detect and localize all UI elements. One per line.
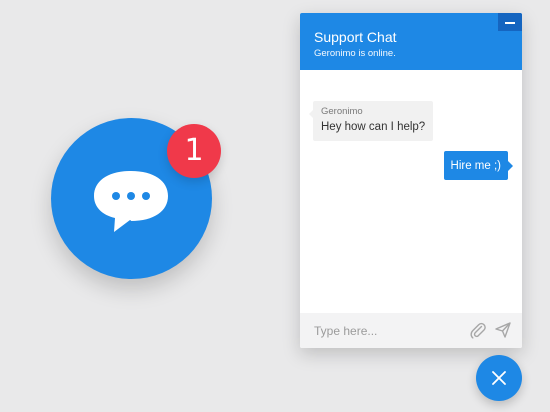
- outgoing-message: Hire me ;): [443, 151, 514, 180]
- message-composer: [300, 313, 522, 348]
- message-list: Geronimo Hey how can I help? Hire me ;): [300, 70, 522, 313]
- chat-header: Support Chat Geronimo is online.: [300, 13, 522, 70]
- chat-status: Geronimo is online.: [314, 48, 396, 59]
- chat-bubble-dots-icon: [94, 171, 168, 232]
- notification-badge: 1: [167, 124, 221, 178]
- paperclip-icon[interactable]: [470, 322, 486, 344]
- close-icon: [492, 371, 506, 385]
- incoming-message: Geronimo Hey how can I help?: [308, 101, 434, 141]
- minimize-button[interactable]: [498, 13, 522, 31]
- send-icon[interactable]: [495, 322, 511, 343]
- chat-title: Support Chat: [314, 29, 397, 45]
- close-chat-button[interactable]: [476, 355, 522, 401]
- chat-window: Support Chat Geronimo is online. Geronim…: [300, 13, 522, 348]
- message-text: Hey how can I help?: [321, 121, 426, 133]
- message-sender: Geronimo: [321, 106, 363, 117]
- minimize-icon: [505, 22, 515, 24]
- message-input[interactable]: [314, 322, 454, 340]
